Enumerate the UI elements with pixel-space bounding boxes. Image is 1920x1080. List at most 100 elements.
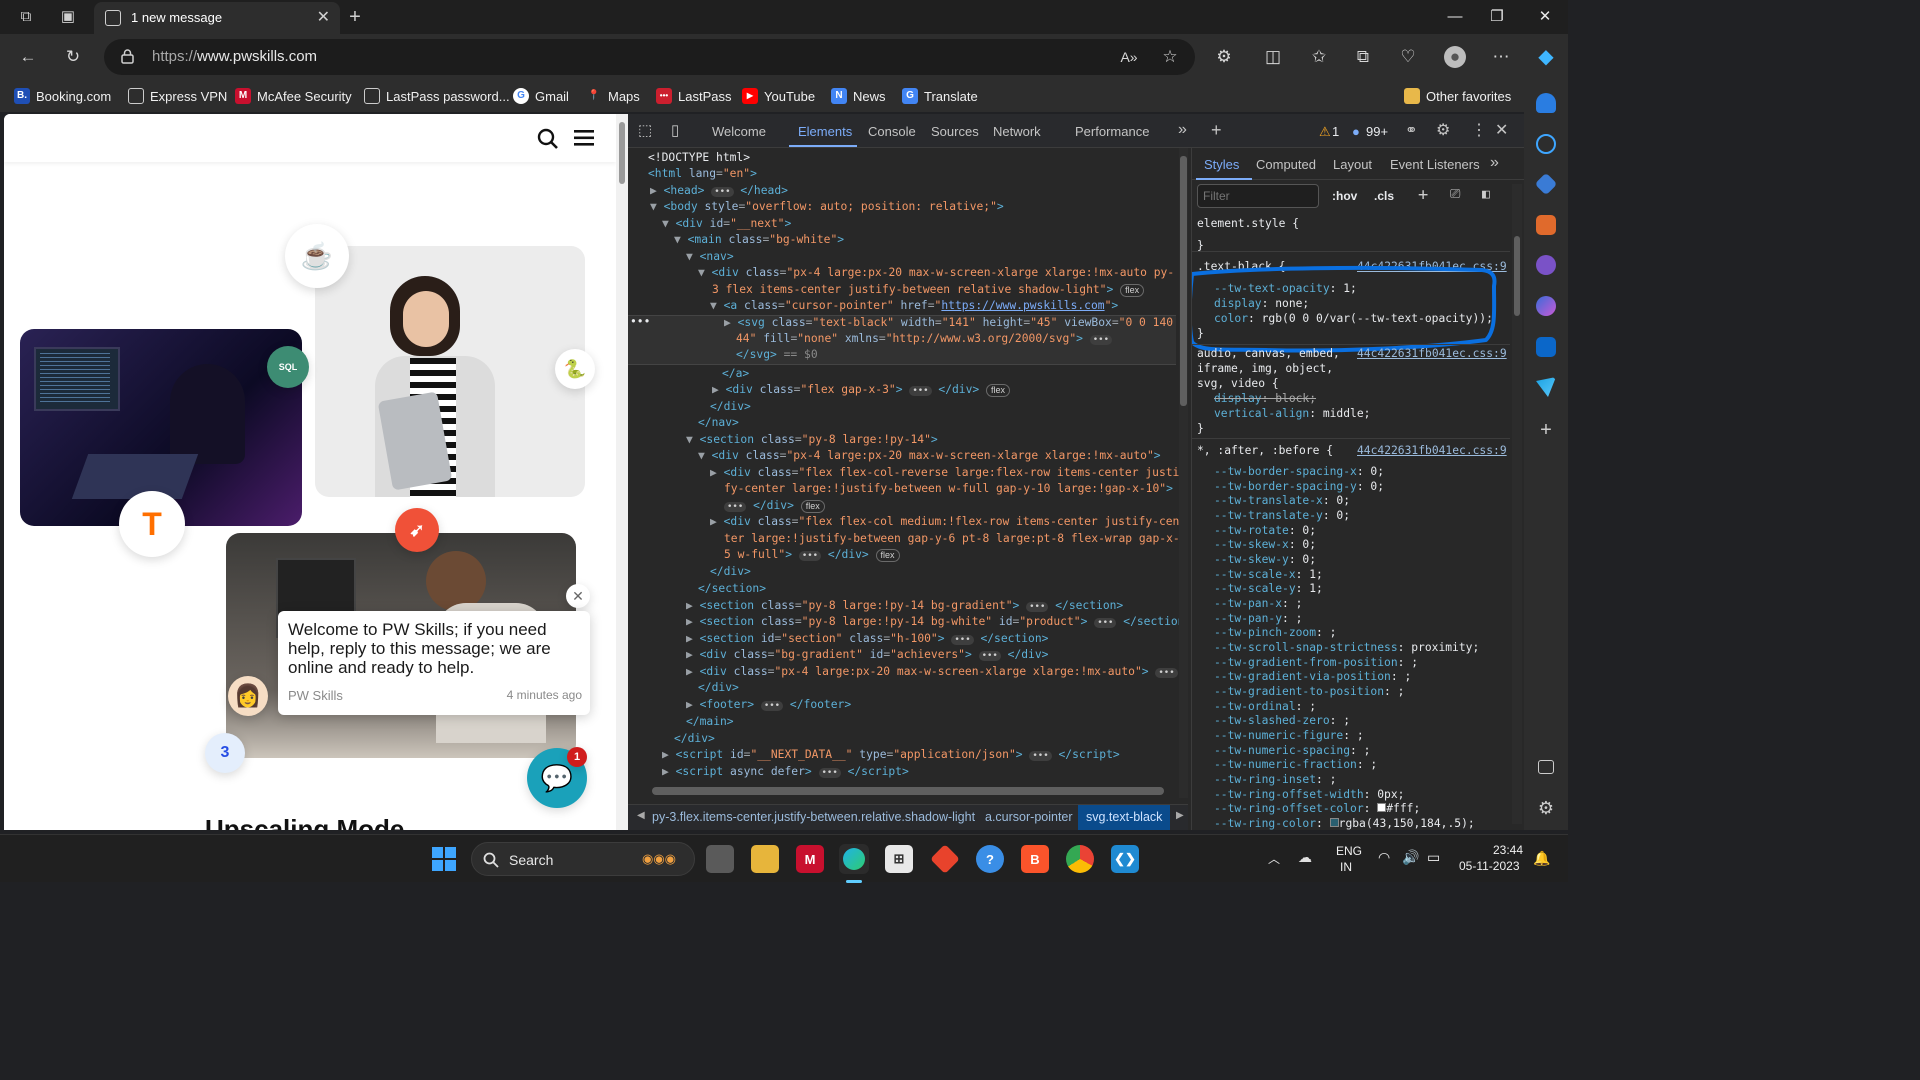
dom-line[interactable]: ••• </div> flex (724, 498, 825, 514)
dom-line[interactable]: </div> (674, 731, 715, 747)
notifications-bell-icon[interactable] (1536, 93, 1556, 113)
css-declaration[interactable]: --tw-skew-x: 0; (1214, 537, 1316, 552)
css-declaration[interactable]: --tw-ring-color: rgba(43,150,184,.5); (1214, 816, 1475, 830)
website-scrollbar[interactable] (616, 114, 628, 830)
minimize-button[interactable]: — (1440, 6, 1470, 28)
search-icon[interactable] (1536, 134, 1556, 154)
warning-count[interactable]: 1 (1332, 124, 1339, 139)
shopping-tag-icon[interactable] (1534, 172, 1558, 196)
css-declaration[interactable]: --tw-gradient-from-position: ; (1214, 655, 1418, 670)
tab-computed[interactable]: Computed (1256, 157, 1316, 172)
search-icon[interactable] (537, 128, 559, 150)
favorite-translate[interactable]: G Translate (902, 87, 978, 105)
dom-line[interactable]: ▼ <main class="bg-white"> (674, 232, 844, 248)
read-aloud-icon[interactable]: A» (1118, 46, 1140, 68)
color-swatch[interactable] (1329, 818, 1339, 827)
breadcrumb-item[interactable]: py-3.flex.items-center.justify-between.r… (652, 810, 975, 824)
css-declaration-overridden[interactable]: display: block; (1214, 391, 1316, 406)
region-indicator[interactable]: IN (1340, 860, 1352, 874)
horizontal-scrollbar[interactable] (652, 787, 1164, 795)
browser-tab[interactable]: 1 new message ✕ (94, 2, 340, 34)
styles-filter-input[interactable] (1197, 184, 1319, 208)
dom-line[interactable]: </div> (698, 680, 739, 696)
css-declaration[interactable]: --tw-scroll-snap-strictness: proximity; (1214, 640, 1479, 655)
tab-elements[interactable]: Elements (798, 124, 852, 139)
css-declaration[interactable]: --tw-gradient-via-position: ; (1214, 669, 1411, 684)
tab-performance[interactable]: Performance (1075, 124, 1149, 139)
tab-network[interactable]: Network (993, 124, 1041, 139)
favorite-lastpass[interactable]: ••• LastPass (656, 87, 731, 105)
dom-line[interactable]: ▶ <section class="py-8 large:!py-14 bg-g… (686, 598, 1123, 614)
node-actions-icon[interactable]: ••• (630, 314, 650, 330)
css-declaration[interactable]: --tw-border-spacing-x: 0; (1214, 464, 1384, 479)
dom-line-selected[interactable]: 44" fill="none" xmlns="http://www.w3.org… (736, 331, 1113, 347)
close-devtools-icon[interactable]: ✕ (1495, 120, 1508, 140)
color-swatch[interactable] (1377, 803, 1387, 812)
tab-sources[interactable]: Sources (931, 124, 979, 139)
dom-line[interactable]: ▶ <section class="py-8 large:!py-14 bg-w… (686, 614, 1188, 630)
dom-line[interactable]: ▼ <div class="px-4 large:px-20 max-w-scr… (698, 448, 1161, 464)
dom-line[interactable]: </section> (698, 581, 766, 597)
css-declaration[interactable]: --tw-rotate: 0; (1214, 523, 1316, 538)
favorite-mcafee[interactable]: M McAfee Security (235, 87, 352, 105)
dom-line[interactable]: ▶ <div class="flex flex-col medium:!flex… (710, 514, 1179, 530)
inspect-element-icon[interactable]: ⬚ (638, 121, 652, 139)
microsoft-store-icon[interactable]: ⊞ (885, 845, 913, 873)
add-sidebar-app-icon[interactable]: + (1536, 420, 1556, 440)
tab-layout[interactable]: Layout (1333, 157, 1372, 172)
dom-line[interactable]: 5 w-full"> ••• </div> flex (724, 547, 900, 563)
back-icon[interactable]: ← (17, 46, 39, 68)
css-declaration[interactable]: --tw-translate-y: 0; (1214, 508, 1350, 523)
dom-line[interactable]: <html lang="en"> (648, 166, 757, 182)
css-declaration[interactable]: --tw-ring-inset: ; (1214, 772, 1336, 787)
dom-line[interactable]: </main> (686, 714, 734, 730)
warning-icon[interactable]: ⚠ (1319, 124, 1331, 140)
close-window-button[interactable]: ✕ (1530, 6, 1560, 28)
new-tab-button[interactable]: + (345, 7, 365, 27)
chrome-icon[interactable] (1066, 845, 1094, 873)
copilot-app-icon[interactable] (1536, 296, 1556, 316)
connect-icon[interactable]: ⚭ (1405, 121, 1418, 139)
dom-line[interactable]: ▼ <section class="py-8 large:!py-14"> (686, 432, 938, 448)
css-declaration[interactable]: --tw-slashed-zero: ; (1214, 713, 1350, 728)
collections-icon[interactable]: ⧉ (1352, 46, 1374, 68)
sidebar-settings-gear-icon[interactable]: ⚙ (1536, 798, 1556, 818)
clock-date[interactable]: 05-11-2023 (1459, 859, 1520, 873)
dom-line[interactable]: </div> (710, 564, 751, 580)
dom-line[interactable]: </a> (722, 366, 749, 382)
messages-count[interactable]: 99+ (1366, 124, 1388, 139)
tools-briefcase-icon[interactable] (1536, 215, 1556, 235)
brave-icon[interactable]: B (1021, 845, 1049, 873)
dom-line[interactable]: 3 flex items-center justify-between rela… (712, 282, 1145, 298)
css-declaration[interactable]: --tw-pan-x: ; (1214, 596, 1302, 611)
dom-line-selected[interactable]: </svg> == $0 (736, 347, 818, 363)
css-declaration[interactable]: --tw-ordinal: ; (1214, 699, 1316, 714)
settings-gear-icon[interactable]: ⚙ (1436, 120, 1450, 140)
refresh-icon[interactable]: ↻ (62, 46, 84, 68)
favorite-booking[interactable]: B. Booking.com (14, 87, 111, 105)
scrollbar-thumb[interactable] (1180, 156, 1187, 406)
breadcrumb-item[interactable]: a.cursor-pointer (985, 810, 1073, 824)
volume-icon[interactable]: 🔊 (1402, 849, 1419, 866)
class-toggle[interactable]: .cls (1374, 189, 1394, 203)
favorite-star-icon[interactable]: ☆ (1159, 46, 1181, 68)
breadcrumb-item-active[interactable]: svg.text-black (1078, 805, 1171, 830)
css-declaration[interactable]: --tw-numeric-spacing: ; (1214, 743, 1370, 758)
dom-line[interactable]: ▶ <div class="flex gap-x-3"> ••• </div> … (712, 382, 1011, 398)
dom-line[interactable]: ▶ <div class="px-4 large:px-20 max-w-scr… (686, 664, 1178, 680)
workspaces-icon[interactable]: ⧉ (16, 7, 36, 27)
dom-line-selected[interactable]: ▶ <svg class="text-black" width="141" he… (724, 315, 1173, 331)
dom-line[interactable]: ▼ <body style="overflow: auto; position:… (650, 199, 1004, 215)
telegram-icon[interactable] (1536, 377, 1556, 397)
css-declaration[interactable]: vertical-align: middle; (1214, 406, 1370, 421)
elements-scrollbar[interactable] (1179, 148, 1188, 798)
elements-tree[interactable]: <!DOCTYPE html> <html lang="en"> ▶ <head… (628, 148, 1188, 798)
css-source-link[interactable]: 44c422631fb041ec.css:9 (1357, 346, 1507, 361)
more-menu-icon[interactable]: ⋯ (1490, 46, 1512, 68)
favorite-youtube[interactable]: ▶ YouTube (742, 87, 815, 105)
styles-scrollbar[interactable] (1512, 184, 1522, 824)
new-style-rule-icon[interactable]: + (1418, 185, 1428, 205)
tab-styles[interactable]: Styles (1204, 157, 1239, 172)
extensions-icon[interactable]: ⚙ (1213, 46, 1235, 68)
css-declaration[interactable]: --tw-numeric-figure: ; (1214, 728, 1364, 743)
